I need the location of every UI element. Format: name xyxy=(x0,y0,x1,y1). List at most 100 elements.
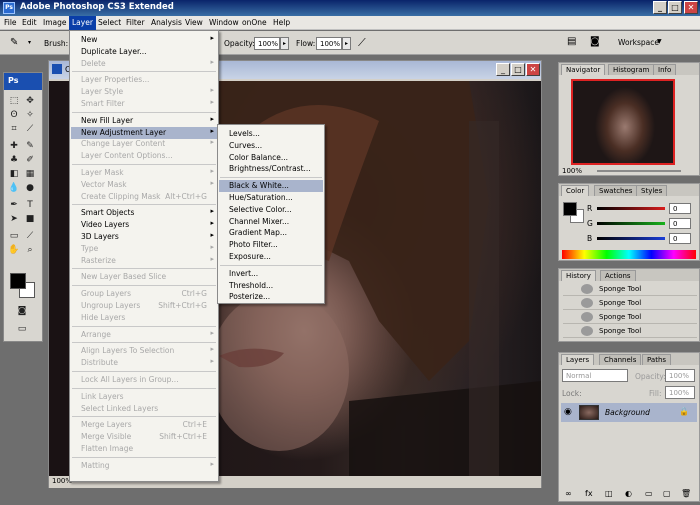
layer-menu-item-rasterize[interactable]: Rasterize ▸ xyxy=(71,255,217,267)
layer-row-background[interactable]: ◉ Background 🔒 xyxy=(561,403,697,422)
chevron-down-icon[interactable]: ▾ xyxy=(28,39,31,46)
menu-image[interactable]: Image xyxy=(43,18,67,27)
color-foreground-swatch[interactable] xyxy=(563,202,577,216)
tab-paths[interactable]: Paths xyxy=(642,354,672,365)
blend-mode-select[interactable]: Normal xyxy=(562,369,628,382)
menu-help[interactable]: Help xyxy=(273,18,290,27)
layers-fill-field[interactable]: 100% xyxy=(665,386,695,399)
adjustment-item-selective-color[interactable]: Selective Color... xyxy=(219,204,323,216)
navigator-zoom[interactable]: 100% xyxy=(562,167,582,175)
adjustment-item-posterize[interactable]: Posterize... xyxy=(219,291,323,303)
notes-tool-icon[interactable]: ▭ xyxy=(8,230,20,242)
menu-window[interactable]: Window xyxy=(209,18,239,27)
layers-opacity-field[interactable]: 100% xyxy=(665,369,695,382)
eraser-tool-icon[interactable]: ◧ xyxy=(8,168,20,180)
opacity-arrow-button[interactable]: ▸ xyxy=(280,37,289,50)
group-folder-icon[interactable]: ▭ xyxy=(645,489,653,498)
adjustment-item-curves[interactable]: Curves... xyxy=(219,140,323,152)
move-tool-icon[interactable]: ✥ xyxy=(24,95,36,107)
flow-field[interactable]: 100% xyxy=(316,37,342,50)
layer-menu-item-link-layers[interactable]: Link Layers xyxy=(71,391,217,403)
clone-stamp-icon[interactable]: ♣ xyxy=(8,154,20,166)
history-state[interactable]: Sponge Tool xyxy=(563,325,697,338)
flow-arrow-button[interactable]: ▸ xyxy=(342,37,351,50)
tab-layers[interactable]: Layers xyxy=(561,354,595,365)
menu-filter[interactable]: Filter xyxy=(126,18,145,27)
layer-menu-item-arrange[interactable]: Arrange ▸ xyxy=(71,329,217,341)
slice-tool-icon[interactable]: ⟋ xyxy=(24,123,36,135)
screen-mode-icon[interactable]: ▭ xyxy=(16,323,28,335)
layer-menu-item-merge-layers[interactable]: Merge Layers Ctrl+E xyxy=(71,419,217,431)
menu-select[interactable]: Select xyxy=(98,18,121,27)
tab-info[interactable]: Info xyxy=(653,64,677,75)
tab-color[interactable]: Color xyxy=(561,185,590,196)
zoom-tool-icon[interactable]: ⌕ xyxy=(24,244,36,256)
navigator-thumbnail[interactable] xyxy=(571,79,675,165)
adjustment-item-levels[interactable]: Levels... xyxy=(219,128,323,140)
layer-menu-item-create-clipping-mask[interactable]: Create Clipping Mask Alt+Ctrl+G xyxy=(71,191,217,203)
fx-icon[interactable]: fx xyxy=(585,489,593,498)
healing-brush-icon[interactable]: ✚ xyxy=(8,140,20,152)
layer-menu-item-video-layers[interactable]: Video Layers ▸ xyxy=(71,219,217,231)
opacity-field[interactable]: 100% xyxy=(254,37,280,50)
layer-menu-item-new[interactable]: New ▸ xyxy=(71,34,217,46)
link-layers-icon[interactable]: ∞ xyxy=(565,489,572,498)
layer-menu-item-layer-properties[interactable]: Layer Properties... xyxy=(71,74,217,86)
history-state[interactable]: Sponge Tool xyxy=(563,297,697,310)
foreground-color-swatch[interactable] xyxy=(10,273,26,289)
tab-styles[interactable]: Styles xyxy=(636,185,668,196)
layer-menu-item-flatten-image[interactable]: Flatten Image xyxy=(71,443,217,455)
layer-menu-item-duplicate-layer[interactable]: Duplicate Layer... xyxy=(71,46,217,58)
layer-menu-item-lock-all-layers-in-group[interactable]: Lock All Layers in Group... xyxy=(71,374,217,386)
menu-view[interactable]: View xyxy=(185,18,203,27)
menu-file[interactable]: File xyxy=(4,18,17,27)
layer-menu-item-hide-layers[interactable]: Hide Layers xyxy=(71,312,217,324)
layer-menu-item-layer-style[interactable]: Layer Style ▸ xyxy=(71,86,217,98)
workspace-menu[interactable]: Workspace xyxy=(618,38,659,47)
layer-menu-item-layer-mask[interactable]: Layer Mask ▸ xyxy=(71,167,217,179)
close-button[interactable]: ✕ xyxy=(684,1,698,14)
menu-layer[interactable]: Layer xyxy=(69,16,96,30)
adjustment-item-brightness-contrast[interactable]: Brightness/Contrast... xyxy=(219,163,323,175)
channel-slider[interactable] xyxy=(597,237,665,240)
adjustment-item-invert[interactable]: Invert... xyxy=(219,268,323,280)
brush-tool-icon[interactable]: ✎ xyxy=(10,37,18,48)
airbrush-icon[interactable]: ⟋ xyxy=(358,36,366,50)
shape-tool-icon[interactable]: ■ xyxy=(24,213,36,225)
layer-menu-item-matting[interactable]: Matting ▸ xyxy=(71,460,217,472)
adjustment-item-color-balance[interactable]: Color Balance... xyxy=(219,152,323,164)
doc-close-button[interactable]: ✕ xyxy=(526,63,540,76)
tab-actions[interactable]: Actions xyxy=(600,270,636,281)
layer-menu-item-select-linked-layers[interactable]: Select Linked Layers xyxy=(71,403,217,415)
minimize-button[interactable]: _ xyxy=(653,1,667,14)
layer-menu-item-distribute[interactable]: Distribute ▸ xyxy=(71,357,217,369)
gradient-tool-icon[interactable]: ▦ xyxy=(24,168,36,180)
channel-value-field[interactable]: 0 xyxy=(669,203,691,214)
adjustment-item-gradient-map[interactable]: Gradient Map... xyxy=(219,227,323,239)
adjustment-item-threshold[interactable]: Threshold... xyxy=(219,280,323,292)
quick-select-tool-icon[interactable]: ✧ xyxy=(24,109,36,121)
channel-value-field[interactable]: 0 xyxy=(669,218,691,229)
adjustment-icon[interactable]: ◐ xyxy=(625,489,632,498)
layer-menu-item-layer-content-options[interactable]: Layer Content Options... xyxy=(71,150,217,162)
layer-menu-item-type[interactable]: Type ▸ xyxy=(71,243,217,255)
lasso-tool-icon[interactable]: ʘ xyxy=(8,109,20,121)
layer-menu-item-vector-mask[interactable]: Vector Mask ▸ xyxy=(71,179,217,191)
menu-onone[interactable]: onOne xyxy=(242,18,267,27)
marquee-tool-icon[interactable]: ⬚ xyxy=(8,95,20,107)
doc-maximize-button[interactable]: □ xyxy=(511,63,525,76)
layer-menu-item-smart-filter[interactable]: Smart Filter ▸ xyxy=(71,98,217,110)
new-layer-icon[interactable]: ▢ xyxy=(663,489,671,498)
layer-menu-item-change-layer-content[interactable]: Change Layer Content ▸ xyxy=(71,138,217,150)
adjustment-item-black-white[interactable]: Black & White... xyxy=(219,180,323,193)
file-browser-icon[interactable]: ▤ xyxy=(567,36,576,47)
layer-menu-item-new-adjustment-layer[interactable]: New Adjustment Layer ▸ xyxy=(71,126,217,139)
mask-icon[interactable]: ◫ xyxy=(605,489,613,498)
layer-menu-item-align-layers-to-selection[interactable]: Align Layers To Selection ▸ xyxy=(71,345,217,357)
brush-tool-icon[interactable]: ✎ xyxy=(24,140,36,152)
trash-icon[interactable]: 🗑 xyxy=(681,489,691,498)
hand-tool-icon[interactable]: ✋ xyxy=(8,244,20,256)
tab-navigator[interactable]: Navigator xyxy=(561,64,606,75)
menu-edit[interactable]: Edit xyxy=(22,18,37,27)
layer-menu-item-3d-layers[interactable]: 3D Layers ▸ xyxy=(71,231,217,243)
